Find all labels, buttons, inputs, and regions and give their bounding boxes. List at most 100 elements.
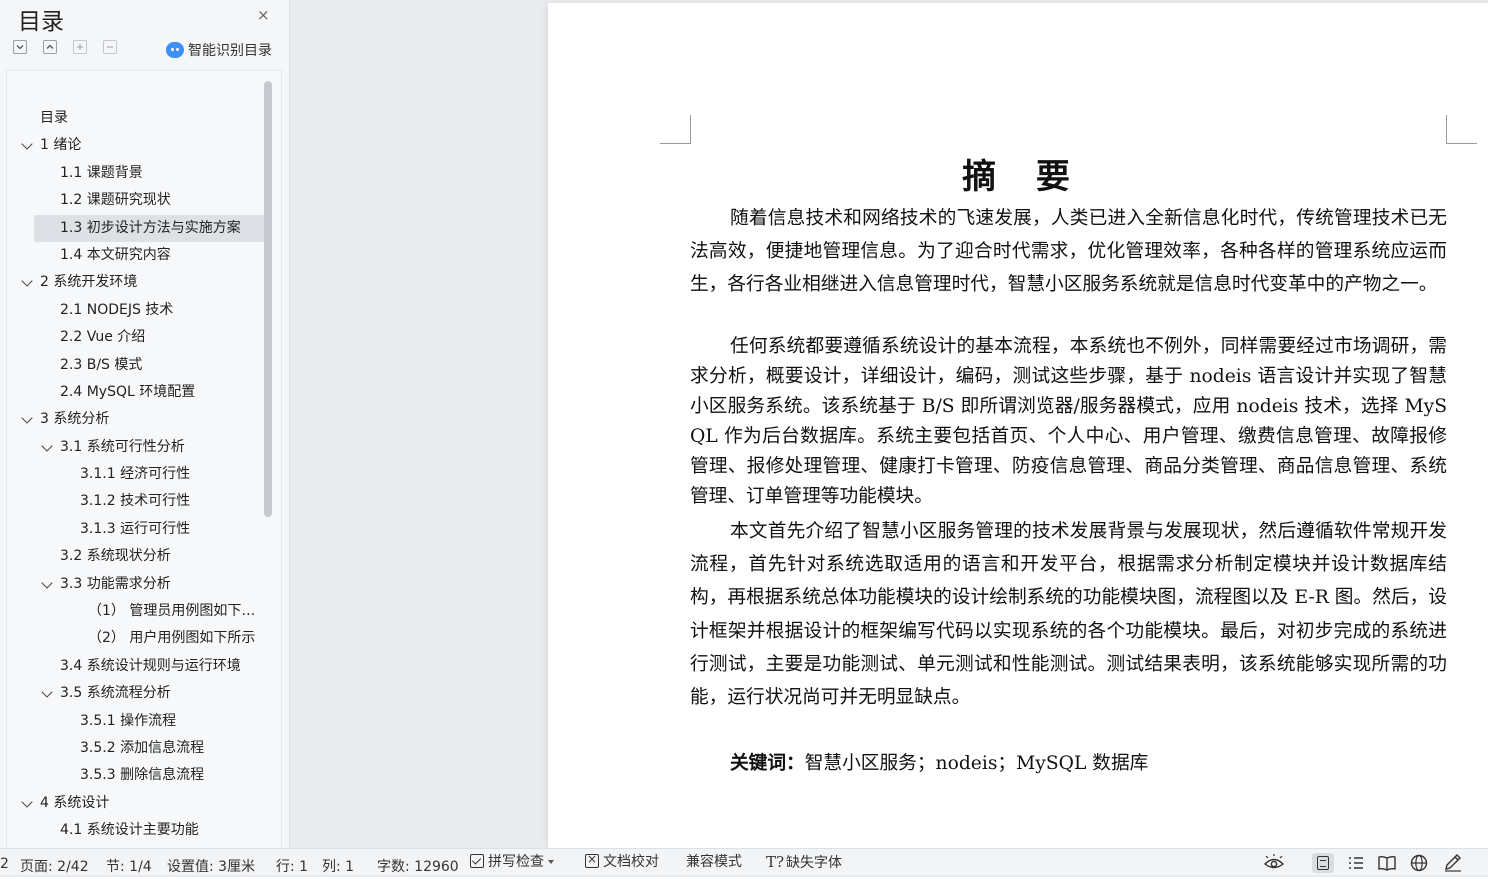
toc-item[interactable]: 3.1.2 技术可行性 [7,488,265,515]
toc-item[interactable]: 4.1 系统设计主要功能 [7,817,265,844]
toc-item-label: 3.1.3 运行可行性 [80,520,191,537]
remove-heading-icon[interactable] [103,40,117,54]
toc-item-label: 2 系统开发环境 [40,274,138,291]
toc-item[interactable]: 3.1.1 经济可行性 [7,461,265,488]
toc-item[interactable]: 1.2 课题研究现状 [7,187,265,214]
section-indicator[interactable]: 节: 1/4 [106,856,152,876]
reading-view-icon[interactable] [1376,853,1398,873]
collapse-all-icon[interactable] [13,40,27,54]
keywords-value: 智慧小区服务；nodeis；MySQL 数据库 [804,753,1149,774]
chevron-down-icon[interactable] [21,275,33,288]
toc-item[interactable]: 1.1 课题背景 [7,160,265,187]
toc-item-label: （2） 用户用例图如下所示 [88,630,256,647]
toc-item[interactable]: 2.2 Vue 介绍 [7,324,265,351]
toc-item[interactable]: 3.1 系统可行性分析 [7,434,265,461]
status-edge-text: 2 [0,856,9,872]
toc-item[interactable]: 1.4 本文研究内容 [7,242,265,269]
toc-item-label: 2.1 NODEJS 技术 [60,301,174,318]
missing-font-label: 缺失字体 [786,855,843,871]
toc-item[interactable]: 3.2 系统现状分析 [7,543,265,570]
add-heading-icon[interactable] [73,40,87,54]
outline-view-icon[interactable] [1345,853,1367,873]
toc-list-container: 目录 1 绪论 1.1 课题背景 1.2 课题研究现状 1.3 初步设计方法与实施方案 1… [6,70,282,848]
toc-item-label: 3.1.2 技术可行性 [80,493,191,510]
document-proofread-button[interactable]: 文档校对 [585,851,659,874]
toc-item-label: 1.2 课题研究现状 [60,192,171,209]
toc-item-label: 1.3 初步设计方法与实施方案 [60,219,241,236]
toc-item-label: 2.2 Vue 介绍 [60,329,146,346]
toc-item[interactable]: 3.4 系统设计规则与运行环境 [7,653,265,680]
chevron-down-icon[interactable] [21,138,33,151]
toc-item-label: 4 系统设计 [40,794,110,811]
abstract-paragraph-3[interactable]: 本文首先介绍了智慧小区服务管理的技术发展背景与发展现状，然后遵循软件常规开发流程… [690,515,1447,714]
toc-item-label: 目录 [40,110,68,126]
missing-font-button[interactable]: T? 缺失字体 [766,854,842,874]
toc-item[interactable]: 1 绪论 [7,132,265,159]
toc-item-label: 3.4 系统设计规则与运行环境 [60,657,241,674]
toc-item-label: 2.4 MySQL 环境配置 [60,383,196,400]
toc-item[interactable]: （2） 用户用例图如下所示 [7,625,265,652]
toc-item-label: 3.5.3 删除信息流程 [80,767,205,784]
toc-panel-title: 目录 [18,9,64,35]
pen-icon[interactable] [1442,853,1464,873]
toc-item[interactable]: 3.1.3 运行可行性 [7,516,265,543]
toc-item[interactable]: 3.3 功能需求分析 [7,571,265,598]
setting-value-indicator[interactable]: 设置值: 3厘米 [167,856,255,876]
chevron-down-icon[interactable] [21,796,33,808]
page-view-icon[interactable] [1312,853,1334,873]
toc-item[interactable]: 3.5 系统流程分析 [7,680,265,707]
toc-item[interactable]: 3 系统分析 [7,406,265,433]
toc-item[interactable]: 2.3 B/S 模式 [7,352,265,379]
toc-item-label: 4.1 系统设计主要功能 [60,822,199,839]
document-proofread-label: 文档校对 [603,854,659,870]
abstract-title: 摘 要 [962,157,1084,197]
toc-list: 目录 1 绪论 1.1 课题背景 1.2 课题研究现状 1.3 初步设计方法与实施方案 1… [7,105,265,845]
toc-item-label: 3.3 功能需求分析 [60,575,171,592]
toc-item-label: 3.5.2 添加信息流程 [80,739,205,756]
keywords-label: 关键词： [730,752,805,774]
toc-scrollbar-thumb[interactable] [264,81,272,517]
web-view-icon[interactable] [1408,853,1430,873]
toc-item-label: 1 绪论 [40,137,82,154]
row-indicator: 行: 1 [276,859,309,875]
toc-item[interactable]: 2.1 NODEJS 技术 [7,297,265,324]
toc-item[interactable]: 4 系统设计 [7,790,265,817]
toc-item[interactable]: 3.5.2 添加信息流程 [7,735,265,762]
abstract-paragraph-2[interactable]: 任何系统都要遵循系统设计的基本流程，本系统也不例外，同样需要经过市场调研，需求分… [690,332,1447,512]
document-page[interactable]: 摘 要 随着信息技术和网络技术的飞速发展，人类已进入全新信息化时代，传统管理技术… [548,3,1488,848]
chevron-down-icon[interactable] [21,412,33,424]
toc-item-label: 3.1.1 经济可行性 [80,466,191,483]
toc-item[interactable]: 2 系统开发环境 [7,269,265,296]
toc-item[interactable]: 2.4 MySQL 环境配置 [7,379,265,406]
chevron-down-icon[interactable] [41,686,53,698]
spell-check-label: 拼写检查 [488,854,544,870]
toc-item-label: 3.5 系统流程分析 [60,685,171,702]
chevron-down-icon [548,860,554,864]
spell-check-button[interactable]: 拼写检查 [470,854,554,874]
abstract-paragraph-1[interactable]: 随着信息技术和网络技术的飞速发展，人类已进入全新信息化时代，传统管理技术已无法高… [690,202,1447,302]
chevron-down-icon[interactable] [41,576,53,589]
compatibility-mode-button[interactable]: 兼容模式 [686,854,742,874]
toc-item[interactable]: 1.3 初步设计方法与实施方案 [34,214,265,242]
expand-all-icon[interactable] [43,40,57,54]
toc-item[interactable]: 3.5.1 操作流程 [7,708,265,735]
toc-item-label: 3.2 系统现状分析 [60,548,171,565]
smart-toc-label: 智能识别目录 [188,43,272,59]
toc-item-label: 3.1 系统可行性分析 [60,438,185,455]
toc-item[interactable]: 目录 [7,105,265,132]
toc-item[interactable]: （1） 管理员用例图如下所示 [7,598,265,625]
proofread-icon [585,851,599,868]
page-corner-mark-right [1446,115,1477,144]
toc-panel: 目录 × 智能识别目录 目录 1 绪论 1.1 课题背景 1.2 课题研究现状 1.3 … [0,0,290,848]
eye-protection-icon[interactable] [1263,853,1285,873]
page-indicator[interactable]: 页面: 2/42 [20,856,89,876]
word-count[interactable]: 字数: 12960 [377,856,459,876]
smart-toc-button[interactable]: 智能识别目录 [166,40,272,60]
page-corner-mark-left [660,115,691,144]
toc-item-label: 1.4 本文研究内容 [60,246,171,263]
close-icon[interactable]: × [257,6,270,24]
keywords-line[interactable]: 关键词：智慧小区服务；nodeis；MySQL 数据库 [730,748,1148,775]
ai-assistant-icon [166,42,184,58]
chevron-down-icon[interactable] [41,440,53,452]
toc-item[interactable]: 3.5.3 删除信息流程 [7,762,265,789]
